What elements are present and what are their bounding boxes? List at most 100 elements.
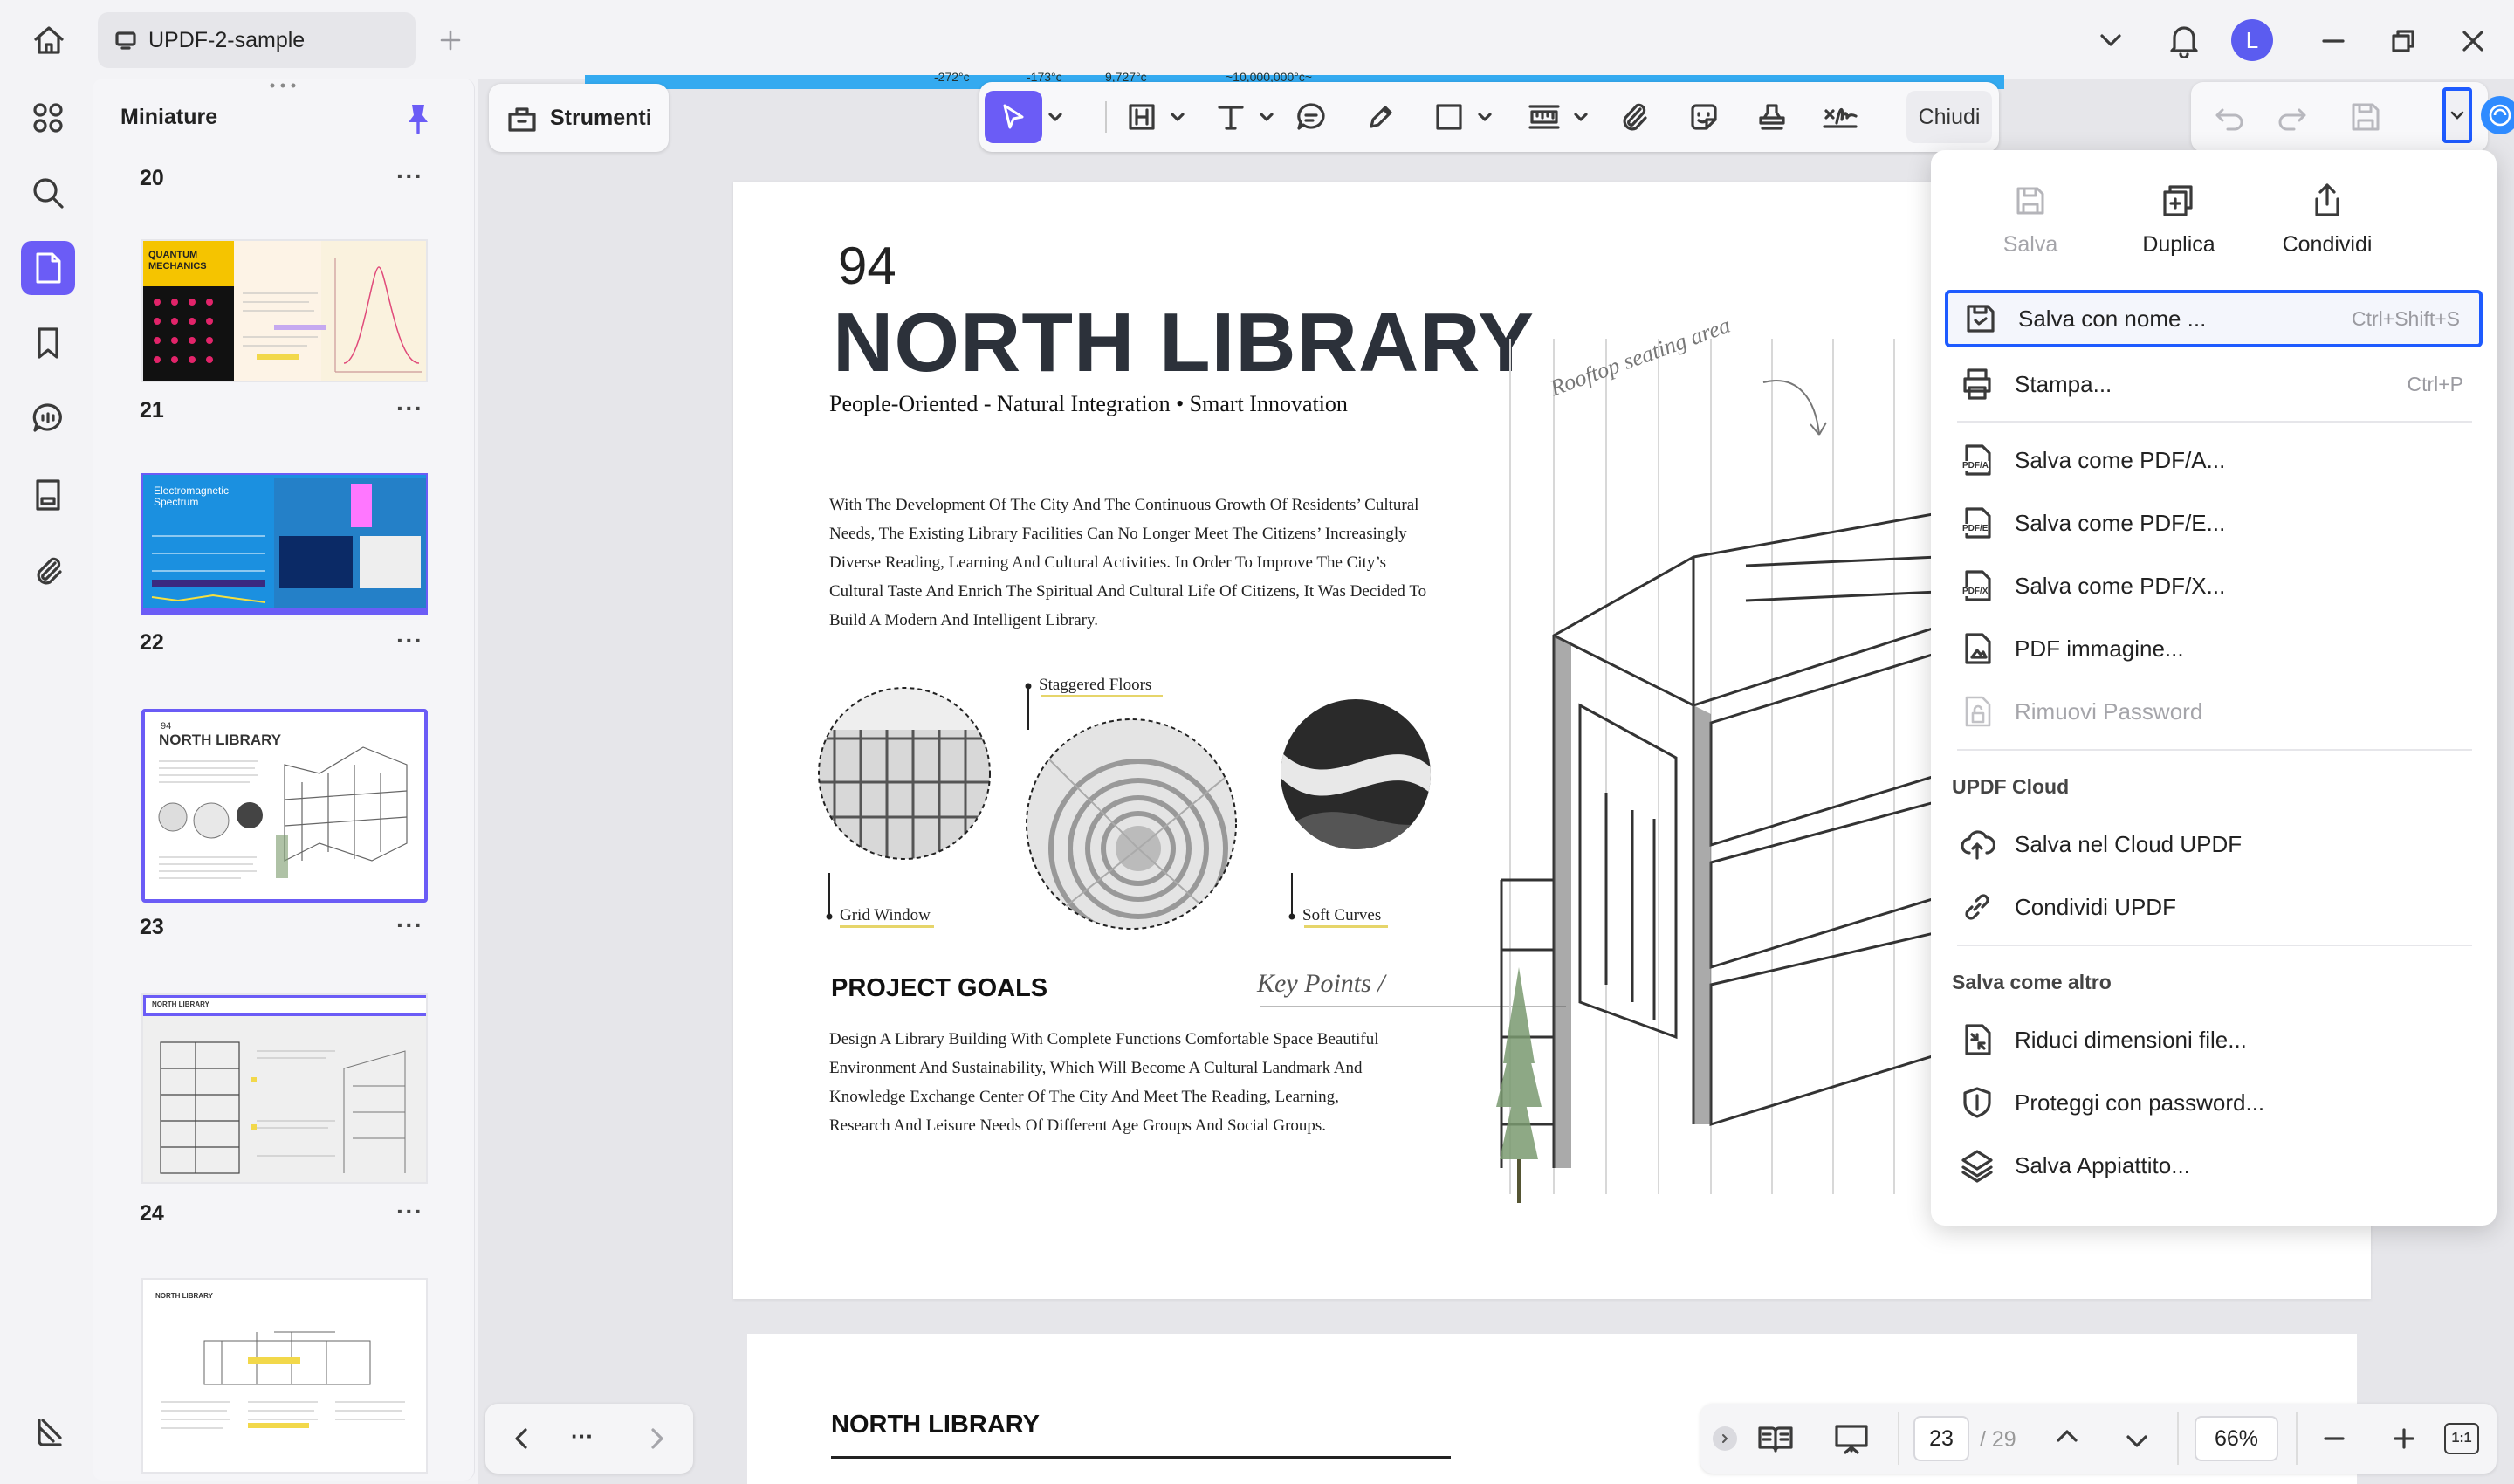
thumbnail-page-24[interactable]: NORTH LIBRARY	[141, 993, 428, 1184]
menu-reduce-size-label: Riduci dimensioni file...	[2015, 1026, 2247, 1053]
new-tab-button[interactable]	[431, 21, 470, 59]
menu-save-flattened[interactable]: Salva Appiattito...	[1945, 1137, 2483, 1194]
tabs-dropdown-button[interactable]	[2092, 21, 2130, 59]
menu-save-cloud-label: Salva nel Cloud UPDF	[2015, 830, 2243, 857]
nav-more-button[interactable]: ···	[571, 1423, 594, 1450]
key-points-label: Key Points /	[1257, 969, 1385, 998]
highlight-tool[interactable]	[1119, 91, 1164, 143]
save-options-menu: Salva Duplica Condividi Salva con nome .…	[1931, 150, 2497, 1226]
thumbnail-page-23[interactable]: 94 NORTH LIBRARY	[141, 709, 428, 903]
menu-save-pdfa[interactable]: PDF/A Salva come PDF/A...	[1945, 431, 2483, 489]
comment-tool[interactable]	[1287, 91, 1336, 143]
cloud-upload-icon	[1961, 830, 1995, 860]
pin-icon	[409, 105, 428, 134]
rail-settings-button[interactable]	[21, 1405, 75, 1460]
panel-drag-handle[interactable]	[267, 82, 299, 88]
menu-save-as[interactable]: Salva con nome ... Ctrl+Shift+S	[1945, 290, 2483, 347]
restore-icon	[2392, 30, 2414, 52]
thumbnail-page-22[interactable]: Electromagnetic Spectrum	[141, 473, 428, 615]
save-options-dropdown-button[interactable]	[2442, 87, 2472, 143]
zoom-level-input[interactable]: 66%	[2195, 1416, 2278, 1461]
thumbnails-panel: Miniature 20 ··· QUANTUM MECHANICS 21 ··…	[93, 79, 475, 1481]
layers-icon	[38, 1419, 62, 1446]
zoom-out-button[interactable]	[2317, 1421, 2352, 1456]
select-tool[interactable]	[985, 91, 1042, 143]
rail-bookmarks-button[interactable]	[21, 316, 75, 370]
ai-assistant-button[interactable]	[2481, 96, 2514, 134]
rail-forms-button[interactable]	[21, 468, 75, 522]
user-avatar[interactable]: L	[2231, 19, 2273, 61]
thumbnail-more-24[interactable]: ···	[396, 1198, 423, 1226]
text-tool[interactable]	[1208, 91, 1254, 143]
previous-page-button[interactable]	[505, 1421, 539, 1456]
attach-tool[interactable]	[1610, 91, 1659, 143]
sticker-tool[interactable]	[1679, 91, 1728, 143]
page-up-button[interactable]	[2050, 1419, 2085, 1454]
pencil-tool[interactable]	[1357, 91, 1405, 143]
building-sketch	[1496, 339, 1938, 1203]
select-tool-dropdown[interactable]	[1044, 91, 1067, 143]
redo-button[interactable]	[2273, 98, 2311, 136]
minimize-button[interactable]	[2313, 21, 2353, 61]
thumbnail-more-21[interactable]: ···	[396, 395, 423, 423]
menu-pdf-image[interactable]: PDF immagine...	[1945, 620, 2483, 677]
menu-save-pdfx[interactable]: PDF/X Salva come PDF/X...	[1945, 557, 2483, 615]
share-icon	[2315, 183, 2339, 216]
shape-dropdown[interactable]	[1473, 91, 1496, 143]
tools-button[interactable]: Strumenti	[489, 84, 669, 152]
thumbnail-more-22[interactable]: ···	[396, 627, 423, 655]
thumbnail-more-23[interactable]: ···	[396, 911, 423, 939]
stamp-tool[interactable]	[1748, 91, 1796, 143]
highlight-dropdown[interactable]	[1166, 91, 1189, 143]
menu-save-button[interactable]: Salva	[1969, 182, 2092, 258]
thumbnail-page-25[interactable]: NORTH LIBRARY	[141, 1278, 428, 1474]
chevron-down-icon	[2450, 111, 2464, 120]
thumbnail-more-20[interactable]: ···	[396, 162, 423, 190]
next-page-button[interactable]	[639, 1421, 674, 1456]
close-tools-button[interactable]: Chiudi	[1906, 91, 1992, 143]
rail-search-button[interactable]	[21, 166, 75, 220]
signature-tool[interactable]	[1814, 91, 1866, 143]
measure-dropdown[interactable]	[1570, 91, 1592, 143]
menu-protect-password[interactable]: Proteggi con password...	[1945, 1074, 2483, 1131]
home-button[interactable]	[24, 19, 73, 61]
view-divider	[2296, 1412, 2298, 1465]
text-dropdown[interactable]	[1255, 91, 1278, 143]
menu-save-pdfx-label: Salva come PDF/X...	[2015, 572, 2226, 599]
zoom-in-button[interactable]	[2387, 1421, 2421, 1456]
close-window-button[interactable]	[2453, 21, 2493, 61]
pin-panel-button[interactable]	[403, 101, 433, 134]
reading-mode-button[interactable]	[1756, 1421, 1795, 1456]
menu-save-pdfe[interactable]: PDF/E Salva come PDF/E...	[1945, 494, 2483, 552]
menu-save-cloud[interactable]: Salva nel Cloud UPDF	[1945, 815, 2483, 873]
menu-remove-password[interactable]: Rimuovi Password	[1945, 683, 2483, 740]
menu-section-other: Salva come altro	[1952, 971, 2112, 993]
menu-print[interactable]: Stampa... Ctrl+P	[1945, 355, 2483, 413]
menu-protect-password-label: Proteggi con password...	[2015, 1089, 2265, 1116]
menu-share-cloud[interactable]: Condividi UPDF	[1945, 878, 2483, 936]
actual-size-button[interactable]: 1:1	[2444, 1423, 2479, 1454]
undo-button[interactable]	[2210, 98, 2249, 136]
notifications-button[interactable]	[2161, 17, 2207, 63]
menu-save-label: Salva	[2002, 232, 2058, 257]
rail-attachments-button[interactable]	[21, 543, 75, 597]
menu-duplicate-button[interactable]: Duplica	[2118, 182, 2240, 258]
document-tab[interactable]: UPDF-2-sample	[98, 12, 416, 68]
menu-share-button[interactable]: Condividi	[2266, 182, 2388, 258]
quick-save-button[interactable]	[2346, 98, 2385, 136]
current-page-input[interactable]: 23	[1913, 1416, 1969, 1461]
chevron-down-icon	[1260, 113, 1274, 121]
measure-tool[interactable]	[1521, 91, 1568, 143]
collapse-view-bar-button[interactable]	[1713, 1426, 1737, 1451]
presentation-button[interactable]	[1831, 1421, 1872, 1456]
page-down-button[interactable]	[2119, 1423, 2154, 1458]
signature-icon	[1823, 107, 1858, 128]
rail-thumbnails-button[interactable]	[21, 241, 75, 295]
thumbnail-page-21[interactable]: QUANTUM MECHANICS	[141, 239, 428, 382]
restore-button[interactable]	[2383, 21, 2423, 61]
shape-tool[interactable]	[1426, 91, 1472, 143]
ai-assistant-icon	[2489, 104, 2511, 127]
rail-organize-button[interactable]	[21, 91, 75, 145]
menu-reduce-size[interactable]: Riduci dimensioni file...	[1945, 1011, 2483, 1068]
rail-comments-button[interactable]	[21, 391, 75, 445]
